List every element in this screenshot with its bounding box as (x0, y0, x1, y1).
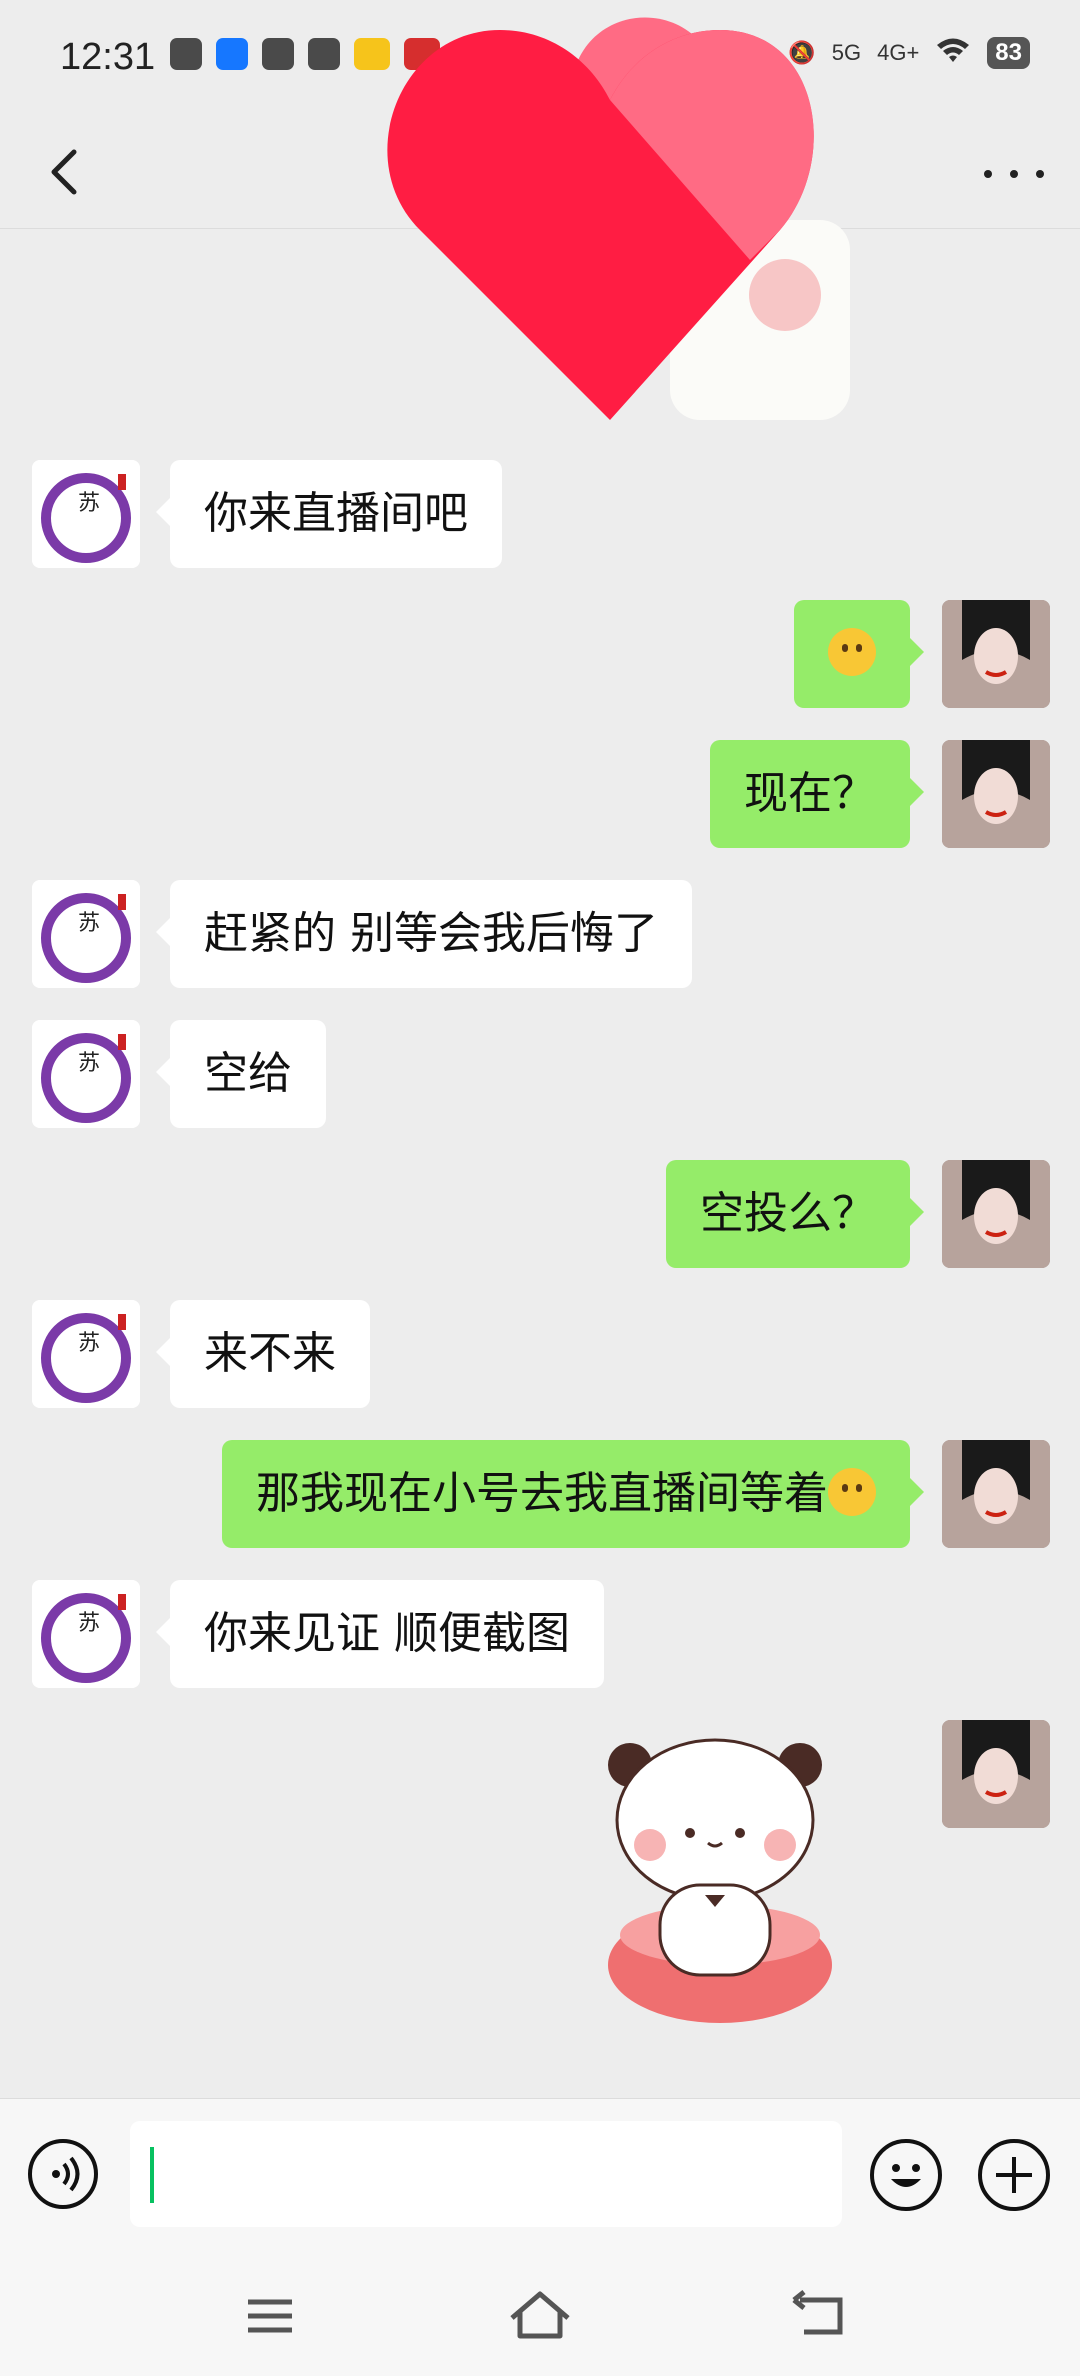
svg-text:苏: 苏 (78, 1611, 100, 1636)
user-avatar[interactable] (942, 1440, 1050, 1548)
surprised-face-icon (828, 628, 876, 676)
app-icon (170, 38, 202, 70)
message-text: 那我现在小号去我直播间等着 (256, 1468, 828, 1519)
incoming-message[interactable]: 赶紧的 别等会我后悔了 (156, 880, 692, 988)
user-avatar[interactable] (942, 740, 1050, 848)
message-text: 空投么？ (700, 1188, 876, 1239)
svg-text:苏: 苏 (78, 1331, 100, 1356)
outgoing-message[interactable]: 空投么？ (666, 1160, 924, 1268)
smiley-icon (891, 2164, 921, 2187)
voice-input-button[interactable] (28, 2139, 98, 2209)
wallet-icon (262, 38, 294, 70)
wifi-icon (935, 36, 971, 70)
back-nav-icon[interactable] (780, 2286, 860, 2346)
chevron-left-icon[interactable] (36, 142, 96, 202)
menu-icon[interactable] (230, 2286, 310, 2346)
outgoing-message[interactable] (794, 600, 924, 708)
incoming-message[interactable]: 空给 (156, 1020, 326, 1128)
more-actions-button[interactable] (978, 2139, 1050, 2211)
contact-avatar[interactable]: 苏 (32, 1300, 140, 1408)
battery-icon: 83 (987, 37, 1030, 69)
contact-avatar[interactable]: 苏 (32, 1020, 140, 1128)
outgoing-message[interactable]: 那我现在小号去我直播间等着 (222, 1440, 924, 1548)
text-caret (150, 2147, 154, 2203)
alipay-icon (216, 38, 248, 70)
svg-text:苏: 苏 (78, 491, 100, 516)
message-text: 你来见证 顺便截图 (204, 1608, 570, 1659)
emoji-button[interactable] (870, 2139, 942, 2211)
more-dots-icon[interactable] (984, 162, 1044, 186)
plus-icon (996, 2157, 1032, 2193)
user-avatar[interactable] (942, 1160, 1050, 1268)
home-icon[interactable] (500, 2286, 580, 2346)
user-avatar[interactable] (942, 1720, 1050, 1828)
contact-avatar[interactable]: 苏 (32, 1580, 140, 1688)
status-time: 12:31 (60, 36, 156, 78)
svg-text:苏: 苏 (78, 1051, 100, 1076)
speed-icon (308, 38, 340, 70)
system-nav-bar (0, 2256, 1080, 2376)
message-text: 现在？ (744, 768, 876, 819)
panda-sticker[interactable] (590, 1735, 850, 2035)
outgoing-message[interactable]: 现在？ (710, 740, 924, 848)
user-avatar[interactable] (942, 600, 1050, 708)
contact-avatar[interactable]: 苏 (32, 880, 140, 988)
signal-4g: 4G+ (877, 40, 920, 65)
svg-text:苏: 苏 (78, 911, 100, 936)
incoming-message[interactable]: 来不来 (156, 1300, 370, 1408)
message-text: 空给 (204, 1048, 292, 1099)
message-input[interactable] (130, 2121, 842, 2227)
contact-avatar[interactable]: 苏 (32, 460, 140, 568)
incoming-message[interactable]: 你来直播间吧 (156, 460, 502, 568)
message-text: 来不来 (204, 1328, 336, 1379)
voice-icon (52, 2156, 80, 2192)
heart-sticker[interactable] (380, 10, 860, 430)
thinking-face-icon (828, 1468, 876, 1516)
input-bar (0, 2098, 1080, 2257)
message-text: 赶紧的 别等会我后悔了 (204, 908, 658, 959)
incoming-message[interactable]: 你来见证 顺便截图 (156, 1580, 604, 1688)
message-text: 你来直播间吧 (204, 488, 468, 539)
